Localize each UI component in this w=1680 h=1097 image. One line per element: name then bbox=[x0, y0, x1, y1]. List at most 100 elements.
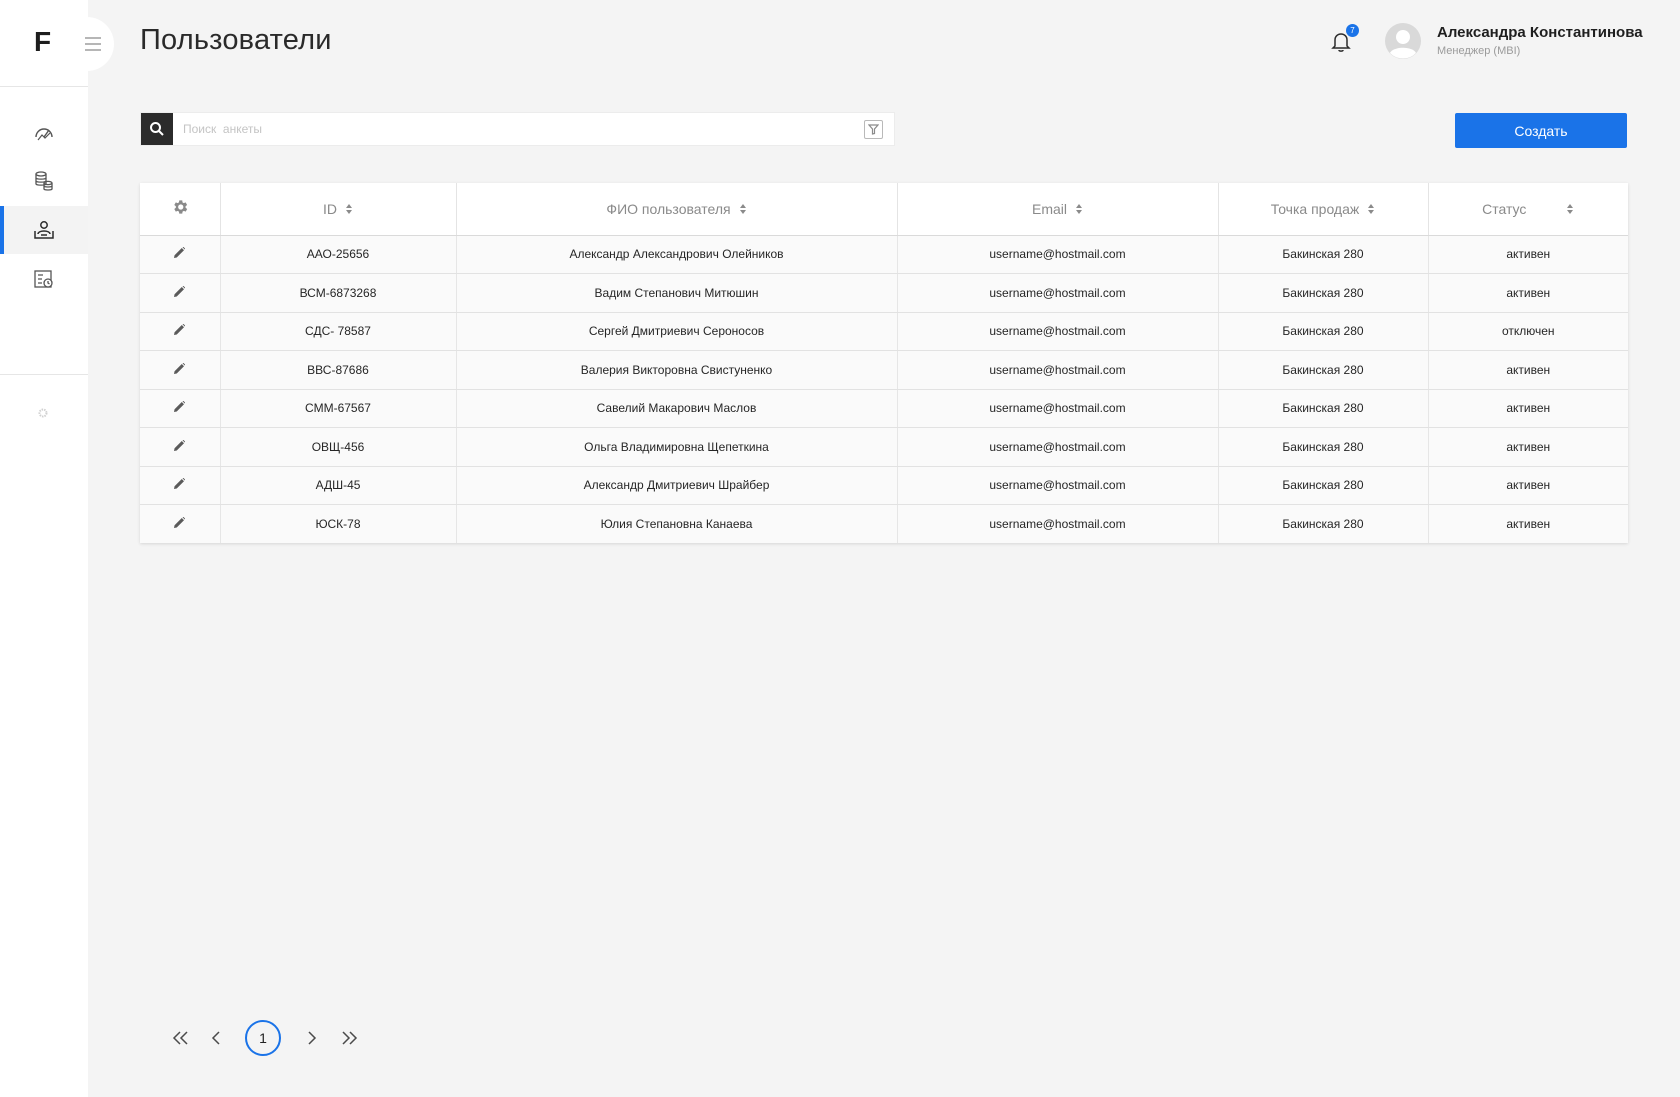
table-row[interactable]: ЮСК-78 Юлия Степановна Канаева username@ho… bbox=[140, 504, 1628, 543]
pencil-icon[interactable] bbox=[174, 401, 186, 413]
last-page-button[interactable] bbox=[338, 1020, 360, 1056]
notification-badge: 7 bbox=[1346, 24, 1359, 37]
menu-toggle-button[interactable] bbox=[72, 17, 114, 71]
cell-email: username@hostmail.com bbox=[897, 235, 1219, 274]
table-row[interactable]: ВСМ-6873268 Вадим Степанович Митюшин usern… bbox=[140, 273, 1628, 313]
cell-id: ОВЩ-456 bbox=[220, 427, 457, 467]
sidebar-item-reports[interactable] bbox=[0, 255, 88, 303]
pencil-icon[interactable] bbox=[174, 324, 186, 336]
search-button[interactable] bbox=[141, 113, 173, 145]
pencil-icon[interactable] bbox=[174, 439, 186, 451]
cell-email: username@hostmail.com bbox=[897, 504, 1219, 543]
cell-id: АДШ-45 bbox=[220, 466, 457, 505]
sort-icon[interactable] bbox=[739, 203, 747, 215]
table-body: ААО-25656 Александр Александрович Олейник… bbox=[140, 235, 1628, 543]
column-header-id[interactable]: ID bbox=[220, 183, 457, 236]
cell-status: активен bbox=[1428, 273, 1628, 313]
pencil-icon[interactable] bbox=[174, 247, 186, 259]
column-header-sales-point[interactable]: Точка продаж bbox=[1218, 183, 1429, 236]
table-row[interactable]: АДШ-45 Александр Дмитриевич Шрайбер userna… bbox=[140, 466, 1628, 505]
app-logo: F bbox=[34, 26, 52, 57]
cell-status: активен bbox=[1428, 235, 1628, 274]
user-name[interactable]: Александра Константинова bbox=[1437, 24, 1643, 41]
user-role: Менеджер (МВI) bbox=[1437, 45, 1521, 57]
cell-status: отключен bbox=[1428, 312, 1628, 351]
chevron-left-icon bbox=[211, 1031, 220, 1045]
cell-name: Александр Дмитриевич Шрайбер bbox=[456, 466, 898, 505]
edit-cell bbox=[140, 312, 221, 351]
table-row[interactable]: ВВС-87686 Валерия Викторовна Свистуненко u… bbox=[140, 350, 1628, 390]
cell-sales-point: Бакинская 280 bbox=[1218, 389, 1429, 428]
cell-name: Ольга Владимировна Щепеткина bbox=[456, 427, 898, 467]
search-bar bbox=[140, 112, 895, 146]
page-number-current[interactable]: 1 bbox=[245, 1020, 281, 1056]
double-chevron-right-icon bbox=[342, 1031, 358, 1045]
sidebar-item-dashboard[interactable] bbox=[0, 108, 88, 156]
column-header-email[interactable]: Email bbox=[897, 183, 1219, 236]
cell-email: username@hostmail.com bbox=[897, 312, 1219, 351]
table-settings-cell[interactable] bbox=[140, 183, 221, 236]
cell-id: ВВС-87686 bbox=[220, 350, 457, 390]
cell-sales-point: Бакинская 280 bbox=[1218, 235, 1429, 274]
sort-icon[interactable] bbox=[1566, 203, 1574, 215]
edit-cell bbox=[140, 504, 221, 543]
cell-sales-point: Бакинская 280 bbox=[1218, 466, 1429, 505]
table-row[interactable]: ОВЩ-456 Ольга Владимировна Щепеткина usern… bbox=[140, 427, 1628, 467]
cell-sales-point: Бакинская 280 bbox=[1218, 350, 1429, 390]
sidebar-divider bbox=[0, 86, 88, 87]
sidebar-item-database[interactable] bbox=[0, 157, 88, 205]
sidebar: F bbox=[0, 0, 88, 1097]
cell-email: username@hostmail.com bbox=[897, 350, 1219, 390]
cell-sales-point: Бакинская 280 bbox=[1218, 427, 1429, 467]
table-row[interactable]: СДС- 78587 Сергей Дмитриевич Сероносов use… bbox=[140, 312, 1628, 351]
users-table: ID ФИО пользователя Email Точка продаж С… bbox=[140, 183, 1628, 543]
avatar[interactable] bbox=[1384, 22, 1422, 60]
filter-icon bbox=[868, 124, 879, 135]
page-title: Пользователи bbox=[140, 24, 332, 56]
table-row[interactable]: ААО-25656 Александр Александрович Олейник… bbox=[140, 235, 1628, 274]
pencil-icon[interactable] bbox=[174, 516, 186, 528]
cell-name: Сергей Дмитриевич Сероносов bbox=[456, 312, 898, 351]
cell-email: username@hostmail.com bbox=[897, 273, 1219, 313]
prev-page-button[interactable] bbox=[208, 1020, 224, 1056]
hamburger-icon bbox=[85, 37, 101, 51]
table-row[interactable]: СММ-67567 Савелий Макарович Маслов usernam… bbox=[140, 389, 1628, 428]
cell-status: активен bbox=[1428, 504, 1628, 543]
first-page-button[interactable] bbox=[170, 1020, 192, 1056]
next-page-button[interactable] bbox=[304, 1020, 320, 1056]
cell-name: Юлия Степановна Канаева bbox=[456, 504, 898, 543]
create-button[interactable]: Создать bbox=[1455, 113, 1627, 148]
cell-status: активен bbox=[1428, 466, 1628, 505]
cell-email: username@hostmail.com bbox=[897, 389, 1219, 428]
cell-id: СММ-67567 bbox=[220, 389, 457, 428]
cell-sales-point: Бакинская 280 bbox=[1218, 312, 1429, 351]
edit-cell bbox=[140, 235, 221, 274]
edit-cell bbox=[140, 466, 221, 505]
gear-icon[interactable] bbox=[171, 198, 189, 216]
sort-icon[interactable] bbox=[345, 203, 353, 215]
cell-status: активен bbox=[1428, 427, 1628, 467]
cell-id: ААО-25656 bbox=[220, 235, 457, 274]
column-header-name[interactable]: ФИО пользователя bbox=[456, 183, 898, 236]
edit-cell bbox=[140, 273, 221, 313]
search-input[interactable] bbox=[183, 113, 823, 145]
edit-cell bbox=[140, 350, 221, 390]
cell-id: ЮСК-78 bbox=[220, 504, 457, 543]
settings-icon[interactable] bbox=[38, 405, 48, 423]
cell-name: Вадим Степанович Митюшин bbox=[456, 273, 898, 313]
pencil-icon[interactable] bbox=[174, 478, 186, 490]
pencil-icon[interactable] bbox=[174, 285, 186, 297]
table-header-row: ID ФИО пользователя Email Точка продаж С… bbox=[140, 183, 1628, 236]
column-header-status[interactable]: Статус bbox=[1428, 183, 1628, 236]
cell-email: username@hostmail.com bbox=[897, 427, 1219, 467]
sidebar-item-users[interactable] bbox=[0, 206, 88, 254]
filter-button[interactable] bbox=[864, 120, 883, 139]
sort-icon[interactable] bbox=[1075, 203, 1083, 215]
sort-icon[interactable] bbox=[1367, 203, 1375, 215]
cell-name: Александр Александрович Олейников bbox=[456, 235, 898, 274]
cell-sales-point: Бакинская 280 bbox=[1218, 273, 1429, 313]
pencil-icon[interactable] bbox=[174, 362, 186, 374]
cell-id: СДС- 78587 bbox=[220, 312, 457, 351]
users-icon bbox=[34, 221, 54, 239]
cell-name: Савелий Макарович Маслов bbox=[456, 389, 898, 428]
